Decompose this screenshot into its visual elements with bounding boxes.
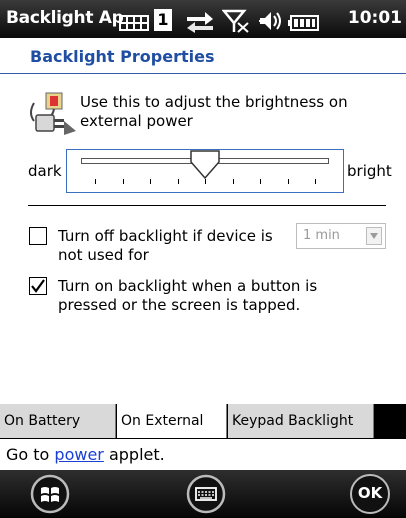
windows-start-icon[interactable] <box>30 474 70 514</box>
page-title: Backlight Properties <box>30 47 215 66</box>
turn-off-backlight-checkbox[interactable] <box>29 227 47 245</box>
battery-icon[interactable] <box>288 10 320 36</box>
footer-prefix: Go to <box>6 445 55 464</box>
softkey-bar: OK <box>0 470 406 518</box>
sim-number: 1 <box>157 10 169 29</box>
volume-icon[interactable] <box>256 8 284 34</box>
description-text: Use this to adjust the brightness on ext… <box>80 93 348 130</box>
battery-grid-icon[interactable] <box>119 10 149 36</box>
slider-tick <box>232 179 234 184</box>
page-header: Backlight Properties <box>0 38 406 74</box>
slider-max-label: bright <box>347 162 392 180</box>
slider-tick <box>95 179 96 184</box>
ok-button[interactable]: OK <box>350 474 390 514</box>
power-plug-icon <box>30 92 76 135</box>
app-title[interactable]: Backlight Ap <box>6 8 124 28</box>
tab-label: On Battery <box>4 413 81 429</box>
slider-tick <box>315 179 316 184</box>
status-bar: Backlight Ap 1 10:01 <box>0 0 406 38</box>
slider-tick <box>205 179 206 184</box>
keyboard-icon[interactable] <box>186 474 226 514</box>
tab-bar: On Battery On External Keypad Backlight <box>0 404 406 438</box>
slider-thumb[interactable] <box>190 150 220 180</box>
tab-keypad-backlight[interactable]: Keypad Backlight <box>228 404 374 438</box>
footer-link-bar: Go to power applet. <box>0 438 406 470</box>
main-content: Use this to adjust the brightness on ext… <box>0 75 406 405</box>
tab-on-battery[interactable]: On Battery <box>0 404 116 438</box>
footer-text: Go to power applet. <box>6 445 165 464</box>
slider-tick <box>177 179 179 184</box>
timeout-select[interactable]: 1 min <box>296 223 386 249</box>
slider-tick <box>150 179 151 184</box>
turn-on-backlight-checkbox[interactable] <box>29 277 47 295</box>
chevron-down-icon[interactable] <box>366 227 382 245</box>
sim-icon[interactable]: 1 <box>154 9 172 31</box>
timeout-value: 1 min <box>303 228 340 243</box>
turn-on-backlight-label[interactable]: Turn on backlight when a button is press… <box>58 277 358 315</box>
tab-label: Keypad Backlight <box>232 413 354 429</box>
slider-tick <box>287 179 289 184</box>
footer-suffix: applet. <box>103 445 165 464</box>
slider-min-label: dark <box>28 162 62 180</box>
tab-label: On External <box>121 413 204 429</box>
no-signal-icon[interactable] <box>222 8 250 34</box>
turn-off-backlight-label[interactable]: Turn off backlight if device is not used… <box>58 227 290 265</box>
sync-arrows-icon[interactable] <box>185 8 215 34</box>
slider-tick <box>260 179 261 184</box>
power-applet-link[interactable]: power <box>54 445 103 464</box>
slider-tick <box>122 179 124 184</box>
ok-label: OK <box>357 484 383 502</box>
tab-on-external[interactable]: On External <box>117 404 227 438</box>
clock[interactable]: 10:01 <box>348 8 402 28</box>
brightness-slider[interactable] <box>66 149 344 193</box>
divider <box>28 205 386 206</box>
checkmark-icon <box>31 279 45 293</box>
